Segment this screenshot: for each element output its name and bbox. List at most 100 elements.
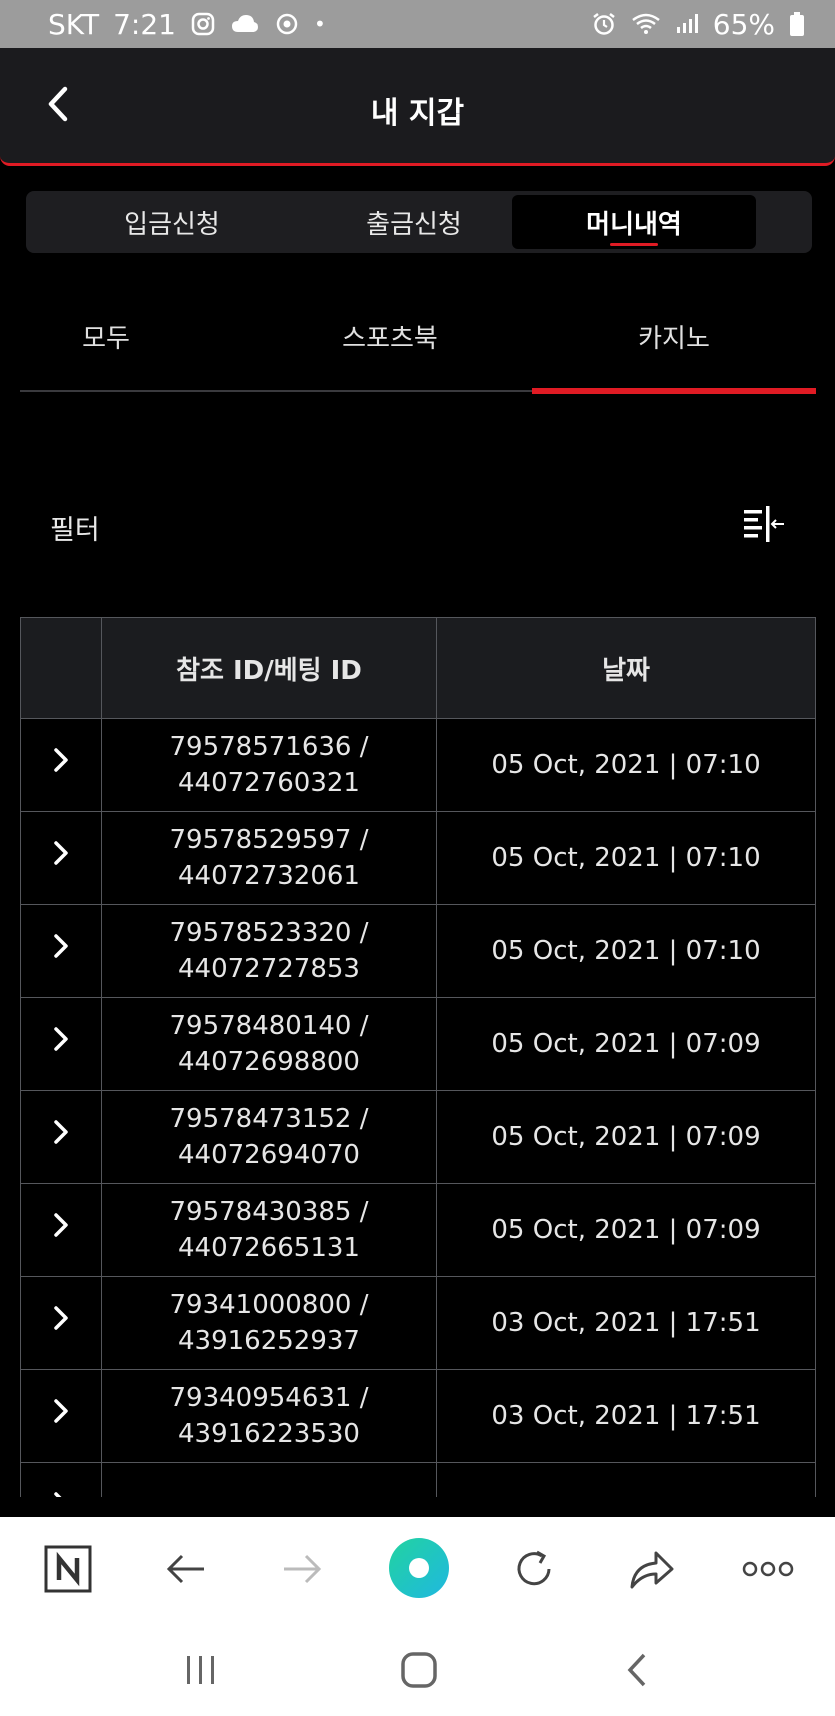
- ref-bet-id-cell: 79578571636 / 44072760321: [101, 718, 437, 812]
- table-row[interactable]: 79339133114 /: [20, 1462, 816, 1497]
- ref-id: 79341000800 /: [169, 1290, 369, 1320]
- date-cell: 03 Oct, 2021 | 17:51: [436, 1369, 816, 1463]
- table-row[interactable]: 79341000800 / 43916252937 03 Oct, 2021 | 1…: [20, 1276, 816, 1370]
- tab-label: 머니내역: [586, 209, 682, 240]
- bet-id: 43916223530: [178, 1419, 360, 1449]
- bet-id: 43916252937: [178, 1326, 360, 1356]
- row-expand-cell[interactable]: [20, 811, 102, 905]
- ref-id: 79578430385 /: [169, 1197, 369, 1227]
- date-cell: 05 Oct, 2021 | 07:09: [436, 1090, 816, 1184]
- ref-bet-id-cell: 79578529597 / 44072732061: [101, 811, 437, 905]
- ref-id: 79578523320 /: [169, 918, 369, 948]
- wifi-icon: [631, 12, 661, 36]
- tab-withdraw-request[interactable]: 출금신청: [292, 195, 536, 249]
- ref-bet-id-cell: 79578473152 / 44072694070: [101, 1090, 437, 1184]
- wallet-tabs: 입금신청 출금신청 머니내역: [26, 191, 812, 253]
- table-row[interactable]: 79340954631 / 43916223530 03 Oct, 2021 | 1…: [20, 1369, 816, 1463]
- ref-id: 79578480140 /: [169, 1011, 369, 1041]
- chevron-right-icon[interactable]: [51, 1211, 71, 1239]
- carrier-label: SKT: [48, 7, 100, 41]
- refresh-icon[interactable]: [508, 1543, 560, 1595]
- chevron-right-icon[interactable]: [51, 839, 71, 867]
- date-cell: [436, 1462, 816, 1497]
- table-row[interactable]: 79578571636 / 44072760321 05 Oct, 2021 | 0…: [20, 718, 816, 812]
- row-expand-cell[interactable]: [20, 1369, 102, 1463]
- sub-tab-casino[interactable]: 카지노: [638, 318, 710, 355]
- home-icon[interactable]: [394, 1645, 444, 1695]
- more-icon[interactable]: [740, 1543, 796, 1595]
- chevron-right-icon[interactable]: [51, 1304, 71, 1332]
- tab-label: 입금신청: [124, 209, 220, 240]
- row-expand-cell[interactable]: [20, 997, 102, 1091]
- battery-icon: [789, 11, 805, 37]
- chevron-right-icon[interactable]: [51, 1118, 71, 1146]
- expand-column-header: [20, 617, 102, 719]
- sub-tabs: 모두 스포츠북 카지노: [20, 290, 816, 394]
- row-expand-cell[interactable]: [20, 718, 102, 812]
- date-column-header: 날짜: [436, 617, 816, 719]
- app-header: 내 지갑: [0, 48, 835, 166]
- instagram-icon: [190, 11, 216, 37]
- ref-bet-id-cell: 79339133114 /: [101, 1462, 437, 1497]
- sub-tab-sportsbook[interactable]: 스포츠북: [342, 318, 438, 355]
- date-cell: 05 Oct, 2021 | 07:10: [436, 718, 816, 812]
- chevron-right-icon[interactable]: [51, 932, 71, 960]
- status-left: SKT 7:21 •: [48, 8, 326, 41]
- bet-id: 44072694070: [178, 1140, 360, 1170]
- ref-bet-id-cell: 79578430385 / 44072665131: [101, 1183, 437, 1277]
- ref-bet-id-cell: 79340954631 / 43916223530: [101, 1369, 437, 1463]
- date-cell: 03 Oct, 2021 | 17:51: [436, 1276, 816, 1370]
- ref-bet-id-column-header: 참조 ID/베팅 ID: [101, 617, 437, 719]
- chevron-right-icon[interactable]: [51, 1490, 71, 1497]
- ref-id: 79340954631 /: [169, 1383, 369, 1413]
- chevron-right-icon[interactable]: [51, 746, 71, 774]
- tab-label: 출금신청: [366, 209, 462, 240]
- bet-id: 44072727853: [178, 954, 360, 984]
- page-title: 내 지갑: [370, 96, 465, 131]
- cloud-icon: [230, 12, 260, 36]
- ref-bet-id-cell: 79578480140 / 44072698800: [101, 997, 437, 1091]
- signal-icon: [675, 13, 699, 35]
- status-bar: SKT 7:21 • 65%: [0, 0, 835, 48]
- active-sub-tab-indicator: [532, 388, 816, 394]
- table-row[interactable]: 79578430385 / 44072665131 05 Oct, 2021 | 0…: [20, 1183, 816, 1277]
- table-row[interactable]: 79578523320 / 44072727853 05 Oct, 2021 | 0…: [20, 904, 816, 998]
- filter-label: 필터: [50, 515, 100, 546]
- forward-arrow-icon[interactable]: [276, 1543, 328, 1595]
- active-tab-underline: [610, 243, 658, 246]
- transaction-table: 참조 ID/베팅 ID 날짜 79578571636 / 44072760321 0…: [20, 617, 816, 1497]
- table-header-row: 참조 ID/베팅 ID 날짜: [20, 617, 816, 719]
- bet-id: 44072698800: [178, 1047, 360, 1077]
- ref-bet-id-cell: 79578523320 / 44072727853: [101, 904, 437, 998]
- sub-tab-all[interactable]: 모두: [82, 318, 130, 355]
- row-expand-cell[interactable]: [20, 1090, 102, 1184]
- tab-deposit-request[interactable]: 입금신청: [50, 195, 294, 249]
- tab-money-history[interactable]: 머니내역: [512, 195, 756, 249]
- system-back-icon[interactable]: [612, 1645, 662, 1695]
- ref-id: 79578529597 /: [169, 825, 369, 855]
- ref-bet-id-cell: 79341000800 / 43916252937: [101, 1276, 437, 1370]
- date-cell: 05 Oct, 2021 | 07:09: [436, 997, 816, 1091]
- table-row[interactable]: 79578529597 / 44072732061 05 Oct, 2021 | 0…: [20, 811, 816, 905]
- filter-toggle-icon[interactable]: [742, 506, 786, 546]
- status-time: 7:21: [113, 7, 176, 41]
- ref-id: 79339133114 /: [102, 1491, 436, 1497]
- bet-id: 44072760321: [178, 768, 360, 798]
- system-nav-bar: [0, 1617, 835, 1716]
- naver-n-icon[interactable]: [42, 1543, 94, 1595]
- browser-toolbar: [0, 1517, 835, 1617]
- home-green-circle-icon[interactable]: [386, 1535, 452, 1601]
- chevron-right-icon[interactable]: [51, 1025, 71, 1053]
- table-row[interactable]: 79578480140 / 44072698800 05 Oct, 2021 | 0…: [20, 997, 816, 1091]
- back-arrow-icon[interactable]: [160, 1543, 212, 1595]
- ref-id: 79578571636 /: [169, 732, 369, 762]
- row-expand-cell[interactable]: [20, 1276, 102, 1370]
- share-icon[interactable]: [626, 1543, 678, 1595]
- row-expand-cell[interactable]: [20, 1462, 102, 1497]
- row-expand-cell[interactable]: [20, 1183, 102, 1277]
- recent-apps-icon[interactable]: [176, 1645, 226, 1695]
- date-cell: 05 Oct, 2021 | 07:09: [436, 1183, 816, 1277]
- row-expand-cell[interactable]: [20, 904, 102, 998]
- chevron-right-icon[interactable]: [51, 1397, 71, 1425]
- table-row[interactable]: 79578473152 / 44072694070 05 Oct, 2021 | 0…: [20, 1090, 816, 1184]
